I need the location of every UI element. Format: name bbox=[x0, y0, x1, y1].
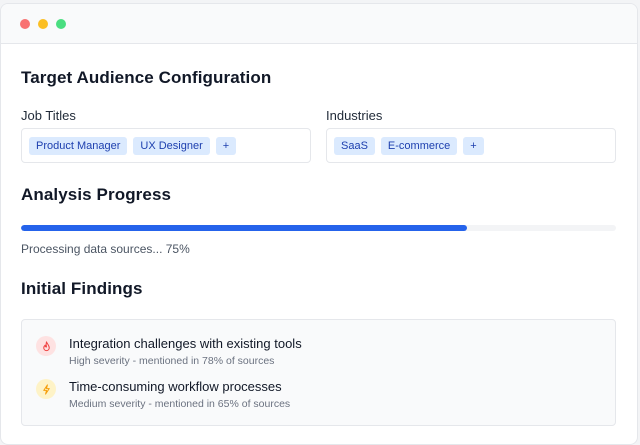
job-titles-tag-input[interactable]: Product Manager UX Designer + bbox=[21, 128, 311, 163]
app-window: Target Audience Configuration Job Titles… bbox=[0, 3, 638, 445]
industries-label: Industries bbox=[326, 108, 383, 123]
lightning-icon bbox=[36, 379, 56, 399]
job-titles-field: Job Titles Product Manager UX Designer + bbox=[21, 108, 311, 163]
industries-field: Industries SaaS E-commerce + bbox=[326, 108, 616, 163]
close-window-button[interactable] bbox=[20, 18, 30, 29]
job-title-tag[interactable]: UX Designer bbox=[133, 136, 210, 155]
industry-tag[interactable]: E-commerce bbox=[380, 136, 458, 155]
progress-section-title: Analysis Progress bbox=[21, 185, 172, 204]
maximize-window-button[interactable] bbox=[56, 18, 66, 29]
industry-tag[interactable]: SaaS bbox=[334, 136, 375, 155]
flame-icon bbox=[36, 336, 56, 356]
minimize-window-button[interactable] bbox=[38, 18, 48, 29]
findings-panel: Integration challenges with existing too… bbox=[21, 319, 616, 426]
add-industry-button[interactable]: + bbox=[463, 136, 484, 155]
config-section-title: Target Audience Configuration bbox=[21, 68, 272, 87]
findings-section-title: Initial Findings bbox=[21, 279, 143, 298]
finding-item: Time-consuming workflow processes Medium… bbox=[36, 379, 290, 410]
finding-detail: High severity - mentioned in 78% of sour… bbox=[69, 355, 275, 367]
job-titles-label: Job Titles bbox=[21, 108, 76, 123]
progress-status-text: Processing data sources... 75% bbox=[21, 242, 190, 256]
finding-item: Integration challenges with existing too… bbox=[36, 336, 302, 367]
analysis-progress-bar bbox=[21, 225, 616, 231]
add-job-title-button[interactable]: + bbox=[215, 136, 237, 155]
job-title-tag[interactable]: Product Manager bbox=[29, 136, 128, 155]
finding-detail: Medium severity - mentioned in 65% of so… bbox=[69, 398, 291, 410]
window-titlebar bbox=[1, 4, 637, 44]
finding-title: Time-consuming workflow processes bbox=[69, 379, 282, 394]
progress-bar-fill bbox=[21, 225, 468, 231]
industries-tag-input[interactable]: SaaS E-commerce + bbox=[326, 128, 616, 163]
finding-title: Integration challenges with existing too… bbox=[69, 336, 302, 351]
